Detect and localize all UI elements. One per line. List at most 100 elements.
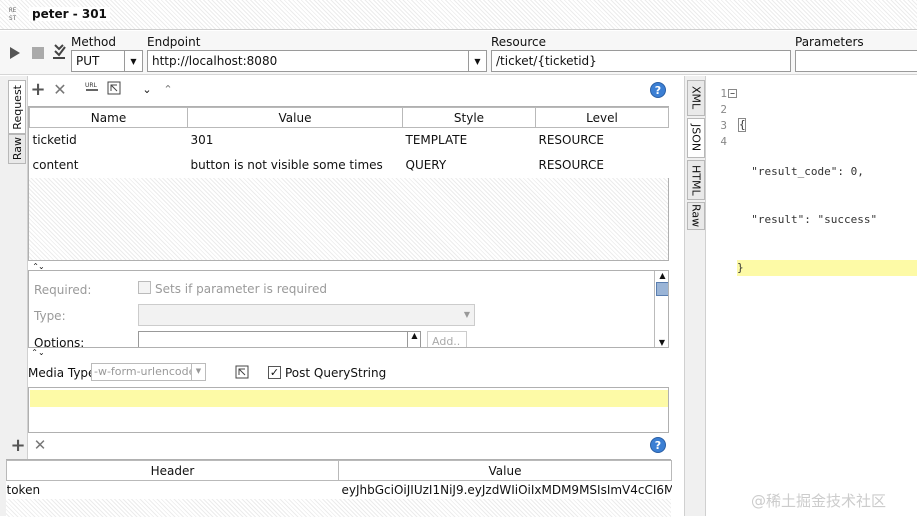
window-title: peter - 301 (29, 7, 110, 21)
parameters-input[interactable] (795, 50, 917, 72)
param-name[interactable]: ticketid (30, 128, 188, 153)
type-label: Type: (34, 309, 66, 323)
chevron-down-icon: ▼ (463, 310, 470, 319)
param-value[interactable]: 301 (188, 128, 403, 153)
help-icon[interactable]: ? (650, 82, 666, 98)
move-up-icon[interactable]: ⌃ (161, 82, 175, 96)
tab-json[interactable]: JSON (687, 118, 705, 158)
response-side-tabs: XML JSON HTML Raw (684, 76, 706, 516)
fold-toggle-icon[interactable]: − (728, 89, 737, 98)
code-line: "result": "success" (738, 213, 878, 226)
type-select[interactable]: ▼ (138, 304, 475, 326)
code-line: { (738, 118, 746, 132)
col-name[interactable]: Name (29, 107, 188, 128)
details-scrollbar[interactable]: ▲ ▼ (654, 271, 668, 347)
code-line: "result_code": 0, (738, 165, 864, 178)
media-options-icon[interactable] (234, 364, 250, 380)
options-input[interactable] (138, 331, 421, 347)
col-value[interactable]: Value (187, 107, 403, 128)
line-gutter: 1 2 3 4 (707, 86, 727, 150)
tab-xml[interactable]: XML (687, 80, 705, 116)
method-select[interactable]: PUT ▼ (71, 50, 143, 72)
table-row[interactable]: token eyJhbGciOiJIUzI1NiJ9.eyJzdWIiOiIxM… (7, 481, 672, 499)
add-option-button[interactable]: Add.. (427, 331, 467, 347)
splitter-handle-icon[interactable]: ⌃⌄ (28, 348, 48, 357)
post-querystring-checkbox[interactable]: ✓ (268, 366, 281, 379)
tab-html-label: HTML (689, 164, 703, 196)
options-label: Options: (34, 336, 85, 348)
col-header[interactable]: Header (6, 460, 339, 481)
endpoint-label: Endpoint (147, 35, 201, 49)
param-value[interactable]: button is not visible some times (188, 153, 403, 178)
play-icon[interactable] (8, 45, 22, 61)
add-header-icon[interactable]: + (10, 435, 26, 456)
options-scroll[interactable]: ▲ (407, 331, 421, 347)
tab-request-label: Request (10, 84, 24, 130)
rest-logo-icon: RE ST (9, 7, 17, 22)
media-type-select[interactable]: -w-form-urlencoded ▼ (91, 363, 206, 381)
url-encode-icon[interactable]: URL (83, 80, 101, 96)
params-table: Name Value Style Level ticketid 301 TEMP… (29, 107, 669, 178)
col-level[interactable]: Level (535, 107, 669, 128)
col-style[interactable]: Style (402, 107, 536, 128)
tab-raw-response-label: Raw (689, 204, 703, 228)
help-icon[interactable]: ? (650, 437, 666, 453)
resource-value: /ticket/{ticketid} (496, 54, 597, 68)
required-label: Required: (34, 283, 92, 297)
resource-input[interactable]: /ticket/{ticketid} (491, 50, 791, 72)
param-style[interactable]: TEMPLATE (403, 128, 536, 153)
stop-icon[interactable] (31, 46, 45, 60)
expand-icon[interactable] (106, 80, 122, 96)
svg-text:URL: URL (85, 82, 98, 89)
param-style[interactable]: QUERY (403, 153, 536, 178)
params-table-wrap: Name Value Style Level ticketid 301 TEMP… (28, 106, 669, 261)
param-level[interactable]: RESOURCE (536, 153, 669, 178)
table-row[interactable]: ticketid 301 TEMPLATE RESOURCE (30, 128, 669, 153)
post-querystring-label: Post QueryString (285, 366, 387, 380)
request-panel: + ✕ URL ⌄ ⌃ ? Name Value Style Level tic… (10, 76, 673, 516)
line-number: 4 (720, 135, 727, 148)
remove-param-icon[interactable]: ✕ (52, 80, 68, 99)
endpoint-combo[interactable]: http://localhost:8080 ▼ (147, 50, 487, 72)
watermark: @稀土掘金技术社区 (751, 492, 887, 510)
response-viewer[interactable]: 1 2 3 4 − { "result_code": 0, "result": … (707, 84, 917, 516)
method-label: Method (71, 35, 117, 49)
line-number: 1 (720, 87, 727, 100)
chevron-down-icon[interactable]: ▼ (468, 51, 486, 71)
move-down-icon[interactable]: ⌄ (140, 82, 154, 96)
resource-label: Resource (491, 35, 547, 49)
table-row[interactable]: content button is not visible some times… (30, 153, 669, 178)
media-type-label: Media Type (28, 366, 96, 380)
tab-raw-response[interactable]: Raw (687, 202, 705, 230)
title-bar: RE ST peter - 301 (0, 0, 917, 30)
required-check-label: Sets if parameter is required (155, 282, 327, 296)
tab-request[interactable]: Request (8, 80, 26, 134)
tab-raw-request-label: Raw (10, 137, 24, 161)
headers-table-wrap: Header Value token eyJhbGciOiJIUzI1NiJ9.… (6, 459, 672, 517)
col-header-value[interactable]: Value (338, 460, 672, 481)
code-line: } (737, 260, 917, 276)
tab-html[interactable]: HTML (687, 160, 705, 200)
chevron-down-icon[interactable]: ▼ (124, 51, 142, 71)
header-name[interactable]: token (7, 481, 339, 499)
method-value: PUT (76, 54, 100, 68)
required-checkbox[interactable] (138, 281, 151, 294)
tab-json-label: JSON (689, 124, 703, 152)
code-lines: { "result_code": 0, "result": "success" … (737, 86, 917, 308)
param-name[interactable]: content (30, 153, 188, 178)
splitter-handle-icon[interactable]: ⌃⌄ (28, 262, 48, 271)
request-toolbar: Method PUT ▼ Endpoint http://localhost:8… (0, 31, 917, 75)
tab-xml-label: XML (689, 86, 703, 110)
param-level[interactable]: RESOURCE (536, 128, 669, 153)
param-details-pane: Required: Sets if parameter is required … (28, 270, 669, 348)
scroll-thumb[interactable] (656, 282, 668, 296)
remove-header-icon[interactable]: ✕ (32, 436, 48, 454)
tab-raw-request[interactable]: Raw (8, 134, 26, 164)
headers-table: Header Value token eyJhbGciOiJIUzI1NiJ9.… (6, 460, 672, 499)
request-body-editor[interactable] (28, 387, 669, 433)
add-param-icon[interactable]: + (30, 79, 46, 100)
media-type-value: -w-form-urlencoded (94, 365, 203, 378)
chevron-down-icon: ▼ (191, 364, 205, 380)
header-value[interactable]: eyJhbGciOiJIUzI1NiJ9.eyJzdWIiOiIxMDM9MSI… (339, 481, 672, 499)
cancel-redirect-icon[interactable] (51, 43, 67, 61)
